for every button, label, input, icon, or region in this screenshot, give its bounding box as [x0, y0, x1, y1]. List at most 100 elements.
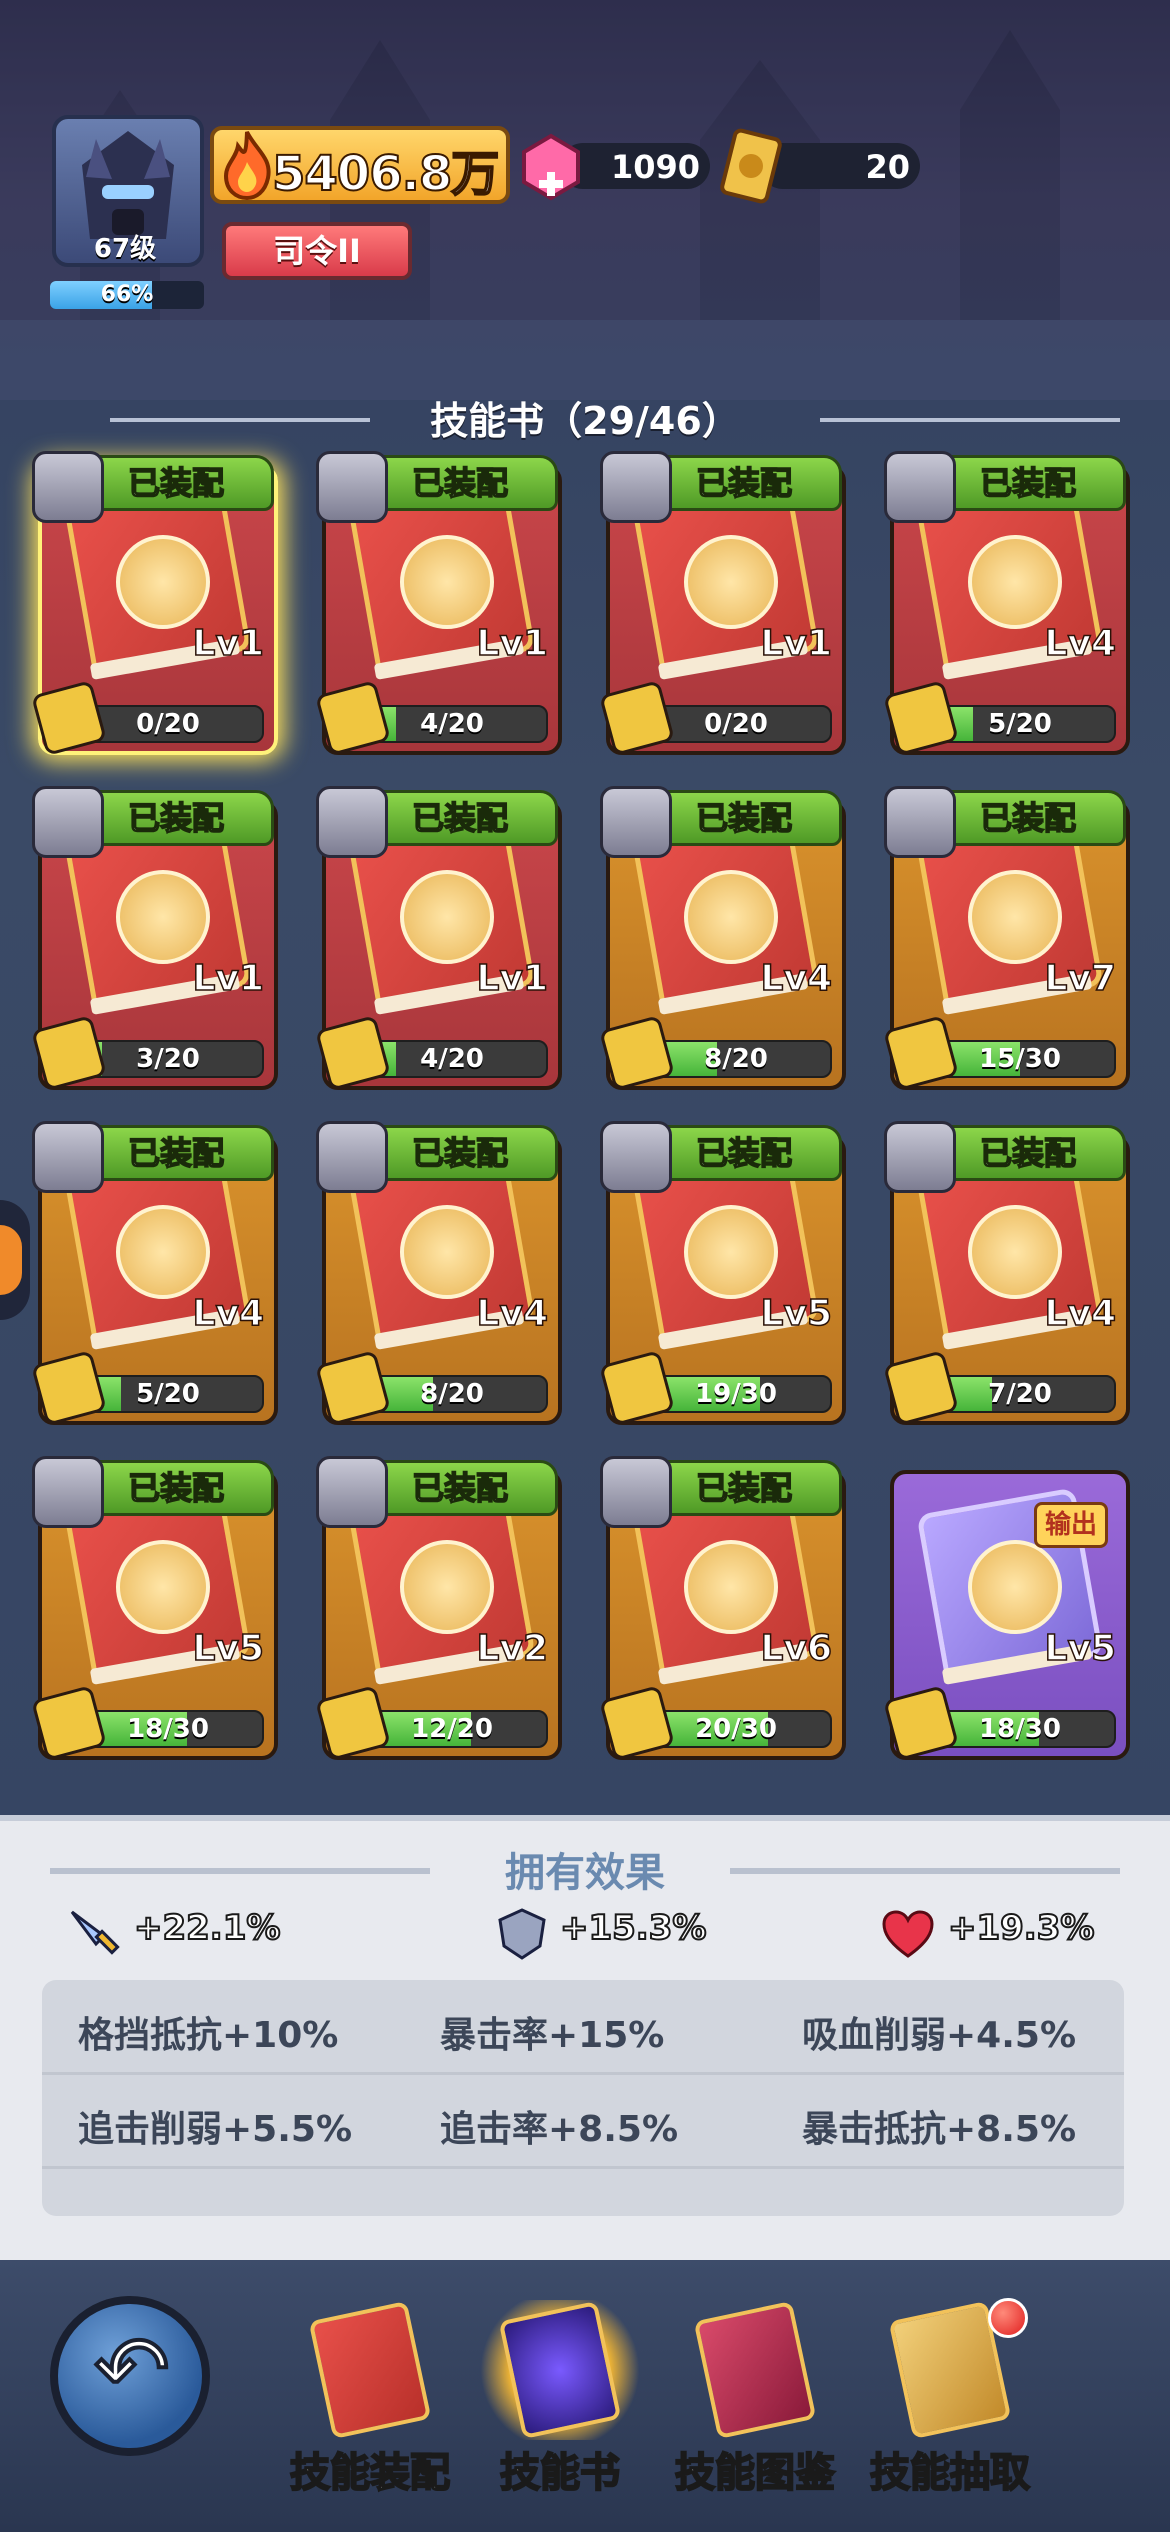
skill-book-card[interactable]: Lv2 12/20 已装配 [315, 1456, 562, 1761]
effects-title: 拥有效果 [505, 1850, 665, 1896]
nav-skill-book[interactable]: 技能书 [465, 2290, 655, 2510]
skill-book-card[interactable]: Lv4 8/20 已装配 [599, 786, 846, 1091]
section-divider-left [110, 418, 370, 422]
card-level: Lv6 [760, 1627, 833, 1670]
skill-book-card[interactable]: Lv1 4/20 已装配 [315, 786, 562, 1091]
hero-avatar-icon [600, 1121, 672, 1193]
card-level: Lv4 [1044, 622, 1117, 665]
card-level: Lv4 [192, 1292, 265, 1335]
equipped-label: 已装配 [411, 1133, 509, 1173]
card-level: Lv1 [476, 622, 549, 665]
card-level: Lv4 [476, 1292, 549, 1335]
equipped-label: 已装配 [127, 1133, 225, 1173]
nav-label: 技能书 [499, 2449, 621, 2497]
stat-item: 暴击抵抗+8.5% [802, 2109, 1077, 2150]
card-level: Lv5 [760, 1292, 833, 1335]
nav-label: 技能装配 [289, 2449, 451, 2497]
skill-book-card[interactable]: Lv1 0/20 已装配 [31, 451, 278, 756]
hero-avatar-icon [316, 451, 388, 523]
skill-book-card[interactable]: Lv1 3/20 已装配 [31, 786, 278, 1091]
hero-avatar-icon [316, 786, 388, 858]
skill-book-card[interactable]: Lv4 7/20 已装配 [883, 1121, 1130, 1426]
card-level: Lv7 [1044, 957, 1117, 1000]
equipped-label: 已装配 [695, 463, 793, 503]
type-tag: 输出 [1033, 1502, 1108, 1548]
emblem-icon [400, 1540, 494, 1634]
skill-book-card[interactable]: Lv1 4/20 已装配 [315, 451, 562, 756]
emblem-icon [400, 535, 494, 629]
nav-skill-codex[interactable]: 技能图鉴 [660, 2290, 850, 2510]
skill-book-card[interactable]: Lv5 19/30 已装配 [599, 1121, 846, 1426]
skill-book-card[interactable]: Lv7 15/30 已装配 [883, 786, 1130, 1091]
equipped-label: 已装配 [979, 463, 1077, 503]
equipped-label: 已装配 [411, 463, 509, 503]
hero-avatar-icon [884, 786, 956, 858]
equipped-label: 已装配 [411, 798, 509, 838]
emblem-icon [116, 870, 210, 964]
skill-book-card[interactable]: Lv4 8/20 已装配 [315, 1121, 562, 1426]
stat-item: 追击率+8.5% [440, 2109, 679, 2150]
stat-item: 追击削弱+5.5% [78, 2109, 353, 2150]
emblem-icon [400, 870, 494, 964]
hero-avatar-icon [600, 451, 672, 523]
stats-list[interactable]: 格挡抵抗+10% 暴击率+15% 吸血削弱+4.5% 追击削弱+5.5% 追击率… [42, 1980, 1124, 2216]
section-title: 技能书（29/46） [430, 399, 740, 443]
card-level: Lv5 [1044, 1627, 1117, 1670]
gem-count: 1090 [610, 148, 700, 186]
gem-icon[interactable] [516, 132, 586, 202]
card-level: Lv4 [1044, 1292, 1117, 1335]
card-level: Lv1 [760, 622, 833, 665]
sword-icon [70, 1910, 120, 1955]
side-tab-icon [0, 1225, 22, 1295]
rank-label: 司令II [273, 232, 361, 270]
skill-equip-icon [308, 2300, 432, 2440]
exp-percent: 66% [100, 282, 154, 307]
defense-bonus: +15.3% [559, 1907, 707, 1949]
equipped-label: 已装配 [695, 798, 793, 838]
skill-book-card[interactable]: Lv1 0/20 已装配 [599, 451, 846, 756]
ticket-icon[interactable] [718, 128, 784, 204]
notification-dot [988, 2298, 1028, 2338]
skill-book-card[interactable]: Lv4 5/20 已装配 [883, 451, 1130, 756]
skill-book-card[interactable]: 输出 Lv5 18/30 [883, 1460, 1130, 1761]
skill-book-card[interactable]: Lv5 18/30 已装配 [31, 1456, 278, 1761]
equipped-label: 已装配 [127, 798, 225, 838]
hero-avatar-icon [32, 451, 104, 523]
skill-book-card[interactable]: Lv4 5/20 已装配 [31, 1121, 278, 1426]
back-arrow-icon: ↶ [92, 2317, 171, 2422]
card-level: Lv5 [192, 1627, 265, 1670]
player-level: 67级 [93, 234, 157, 264]
emblem-icon [968, 1540, 1062, 1634]
equipped-label: 已装配 [695, 1133, 793, 1173]
power-value: 5406.8万 [271, 145, 500, 203]
shield-icon [498, 1908, 546, 1960]
hero-avatar-icon [316, 1456, 388, 1528]
heart-icon [882, 1910, 934, 1958]
card-level: Lv2 [476, 1627, 549, 1670]
stat-divider [42, 2072, 1124, 2075]
emblem-icon [968, 870, 1062, 964]
hero-avatar-icon [316, 1121, 388, 1193]
stat-item: 吸血削弱+4.5% [802, 2015, 1077, 2056]
stat-divider [42, 2166, 1124, 2169]
emblem-icon [116, 1205, 210, 1299]
stat-item: 格挡抵抗+10% [78, 2015, 339, 2056]
hp-bonus: +19.3% [947, 1907, 1095, 1949]
ticket-count: 20 [865, 148, 910, 186]
equipped-label: 已装配 [979, 1133, 1077, 1173]
skill-book-card[interactable]: Lv6 20/30 已装配 [599, 1456, 846, 1761]
card-level: Lv1 [192, 957, 265, 1000]
flame-icon [223, 131, 271, 200]
hero-avatar-icon [600, 786, 672, 858]
stat-item: 暴击率+15% [440, 2015, 665, 2056]
nav-skill-equip[interactable]: 技能装配 [275, 2290, 465, 2510]
emblem-icon [116, 1540, 210, 1634]
nav-label: 技能图鉴 [674, 2449, 836, 2497]
card-level: Lv4 [760, 957, 833, 1000]
section-divider-right [820, 418, 1120, 422]
equipped-label: 已装配 [411, 1468, 509, 1508]
skill-codex-icon [693, 2300, 817, 2440]
equipped-label: 已装配 [979, 798, 1077, 838]
card-level: Lv1 [476, 957, 549, 1000]
hero-avatar-icon [32, 1456, 104, 1528]
